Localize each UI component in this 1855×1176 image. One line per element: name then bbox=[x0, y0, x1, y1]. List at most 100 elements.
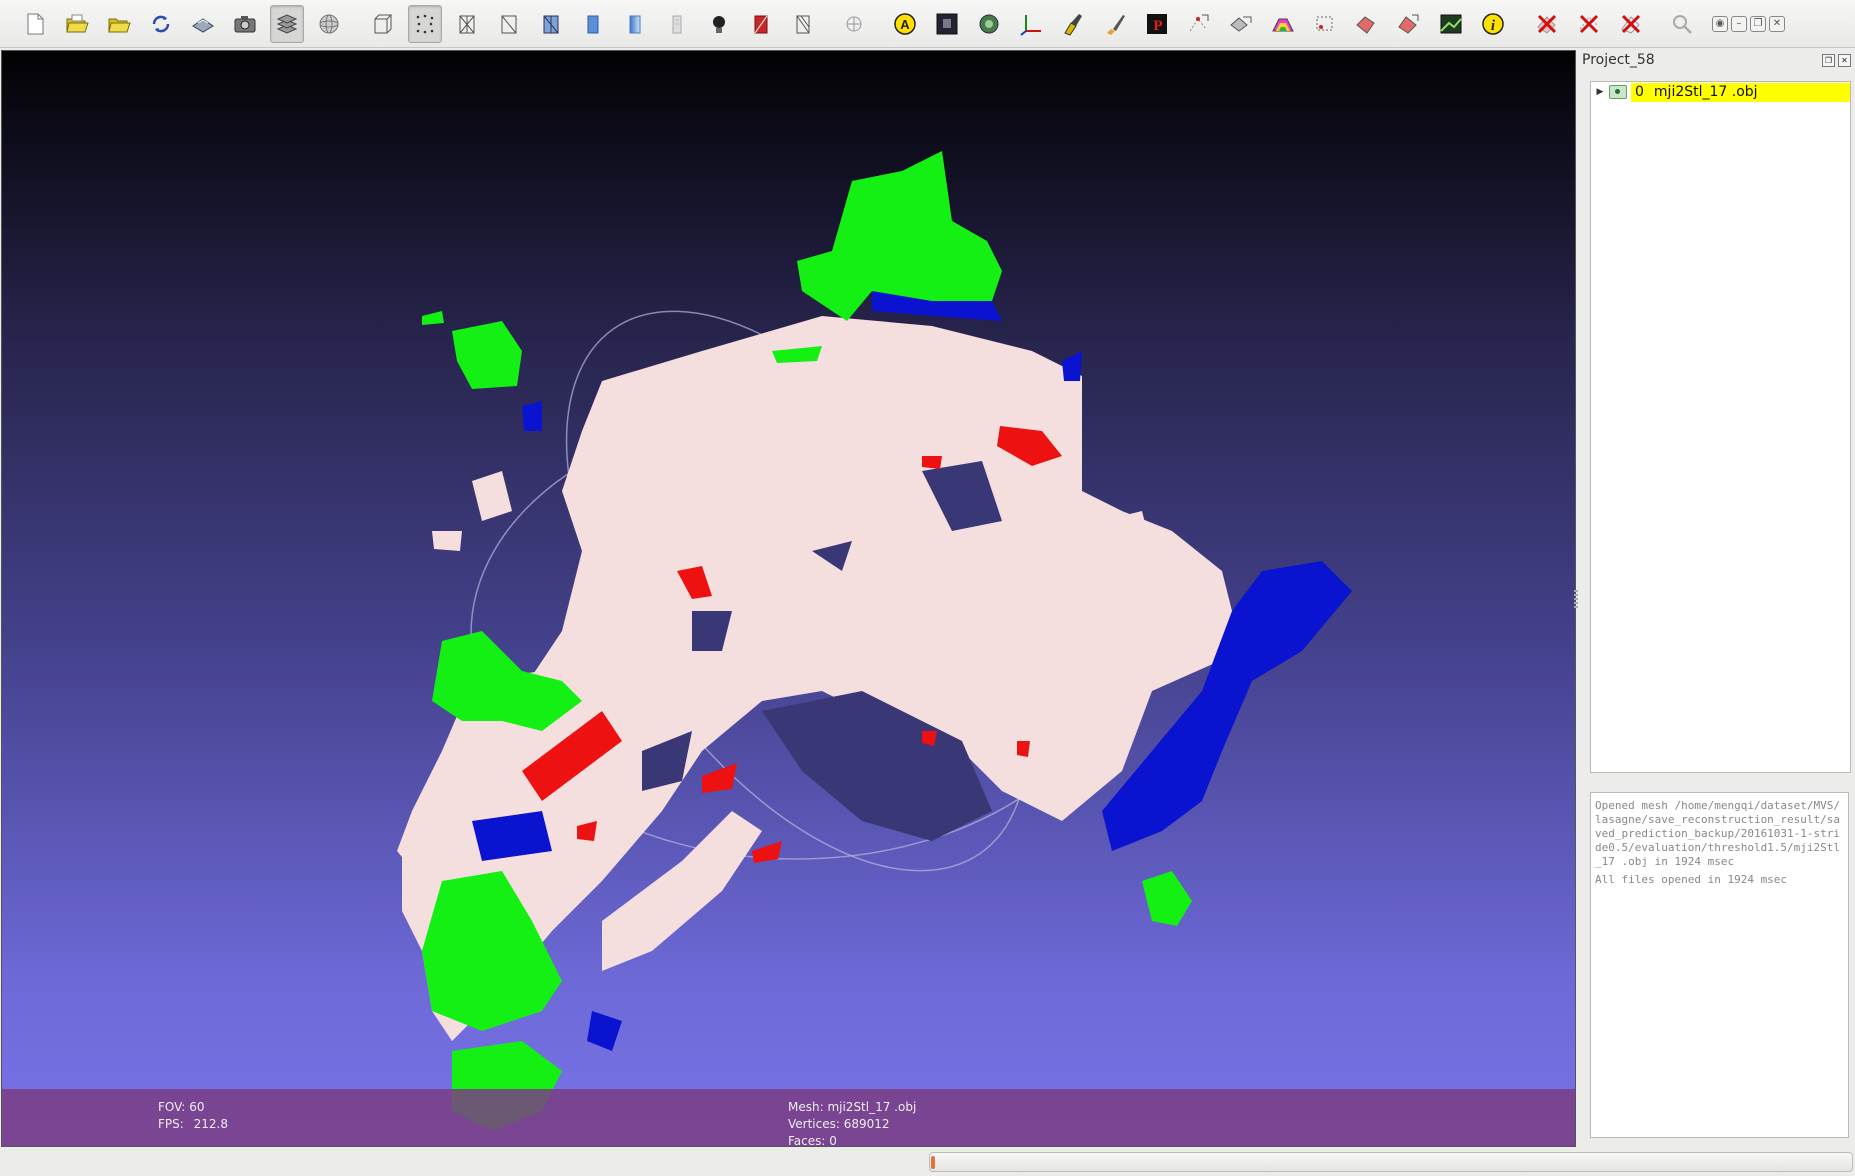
trackball-button[interactable] bbox=[312, 5, 346, 43]
paint-button[interactable] bbox=[1056, 5, 1090, 43]
select-region-button[interactable] bbox=[972, 5, 1006, 43]
delete-region-icon bbox=[1356, 15, 1375, 34]
raster-button[interactable] bbox=[930, 5, 964, 43]
fps-label: FPS: bbox=[158, 1117, 184, 1131]
measure-button[interactable]: P bbox=[1140, 5, 1174, 43]
axis-button[interactable] bbox=[1014, 5, 1048, 43]
point-cloud-render[interactable] bbox=[2, 51, 1575, 1146]
new-project-button[interactable] bbox=[18, 5, 52, 43]
delete-vertices-button[interactable] bbox=[1392, 5, 1426, 43]
minimize-icon[interactable]: – bbox=[1731, 15, 1747, 32]
mesh-name-readout: Mesh: mji2Stl_17 .obj bbox=[788, 1100, 917, 1114]
bbox-button[interactable] bbox=[366, 5, 400, 43]
reload-icon bbox=[152, 15, 170, 32]
svg-text:P: P bbox=[1153, 18, 1162, 34]
close-panel-icon[interactable]: ✕ bbox=[1838, 54, 1851, 67]
paint-icon bbox=[1064, 13, 1082, 36]
log-line: Opened mesh /home/mengqi/dataset/MVS/las… bbox=[1595, 799, 1841, 868]
progress-bar bbox=[929, 1152, 1853, 1172]
delete-selected-all-button[interactable] bbox=[1614, 5, 1648, 43]
brush-button[interactable] bbox=[1098, 5, 1132, 43]
expand-arrow-icon[interactable]: ▶ bbox=[1593, 87, 1607, 97]
layer-list[interactable]: ▶ 0 mji2Stl_17 .obj bbox=[1590, 81, 1851, 773]
color-faces-icon bbox=[1272, 18, 1294, 31]
backface-icon bbox=[754, 15, 768, 33]
close-icon[interactable]: ✕ bbox=[1769, 15, 1785, 32]
texture-icon bbox=[672, 15, 682, 33]
eye-icon[interactable]: ◉ bbox=[1712, 15, 1728, 32]
delete-selected-vertices-button[interactable] bbox=[1572, 5, 1606, 43]
folder-icon bbox=[108, 18, 131, 32]
window-controls: ◉ – ❐ ✕ bbox=[1712, 15, 1785, 32]
globe-icon bbox=[846, 16, 862, 31]
delete-vertices-icon bbox=[1398, 14, 1419, 34]
annotation-icon: A bbox=[894, 12, 916, 35]
flat-icon bbox=[587, 15, 599, 33]
globe-button[interactable] bbox=[840, 5, 868, 43]
open-project-button[interactable] bbox=[60, 5, 94, 43]
main-toolbar: A P i ◉ – ❐ ✕ bbox=[0, 0, 1855, 48]
measure-icon: P bbox=[1147, 13, 1167, 34]
panel-splitter[interactable] bbox=[1574, 590, 1578, 608]
file-toolbar-group bbox=[14, 0, 350, 48]
texture-button[interactable] bbox=[660, 5, 694, 43]
backface-button[interactable] bbox=[744, 5, 778, 43]
axis-icon bbox=[1020, 14, 1041, 36]
light-button[interactable] bbox=[702, 5, 736, 43]
layer-id: 0 bbox=[1635, 84, 1644, 100]
info-button[interactable]: i bbox=[1476, 5, 1510, 43]
wireframe-button[interactable] bbox=[450, 5, 484, 43]
smooth-button[interactable] bbox=[618, 5, 652, 43]
search-button[interactable] bbox=[1668, 5, 1696, 43]
search-icon bbox=[1673, 14, 1692, 34]
open-folder-icon bbox=[66, 14, 89, 32]
points-button[interactable] bbox=[408, 4, 442, 43]
snapshot-button[interactable] bbox=[228, 5, 262, 43]
render-stats: FOV: 60 FPS: 212.8 bbox=[158, 1099, 228, 1133]
log-output: Opened mesh /home/mengqi/dataset/MVS/las… bbox=[1590, 792, 1849, 1138]
3d-viewport[interactable]: FOV: 60 FPS: 212.8 Mesh: mji2Stl_17 .obj… bbox=[1, 50, 1576, 1147]
layer-label[interactable]: 0 mji2Stl_17 .obj bbox=[1631, 82, 1850, 102]
layer-panel: Project_58 ❐ ✕ ▶ 0 mji2Stl_17 .obj Opene… bbox=[1580, 48, 1855, 1148]
raster-icon bbox=[936, 13, 958, 34]
select-vertices-button[interactable] bbox=[1182, 5, 1216, 43]
reload-button[interactable] bbox=[144, 5, 178, 43]
image-align-button[interactable] bbox=[1434, 5, 1468, 43]
hidden-lines-button[interactable] bbox=[492, 5, 526, 43]
layer-name: mji2Stl_17 .obj bbox=[1653, 84, 1758, 100]
delete-region-button[interactable] bbox=[1350, 5, 1384, 43]
restore-icon[interactable]: ❐ bbox=[1750, 15, 1766, 32]
layers-icon bbox=[276, 13, 298, 34]
project-title: Project_58 bbox=[1582, 52, 1655, 68]
info-icon: i bbox=[1482, 12, 1504, 35]
import-mesh-button[interactable] bbox=[102, 5, 136, 43]
flat-lines-button[interactable] bbox=[534, 5, 568, 43]
panel-buttons: ❐ ✕ bbox=[1822, 54, 1851, 67]
select-connected-button[interactable] bbox=[1308, 5, 1342, 43]
filter-toolbar-group: A P i bbox=[884, 0, 1514, 48]
render-toolbar-group bbox=[362, 0, 824, 48]
select-faces-button[interactable] bbox=[1224, 5, 1258, 43]
visibility-eye-icon[interactable] bbox=[1609, 85, 1627, 99]
layer-row[interactable]: ▶ 0 mji2Stl_17 .obj bbox=[1591, 82, 1850, 102]
wireframe-icon bbox=[459, 15, 475, 33]
color-faces-button[interactable] bbox=[1266, 5, 1300, 43]
annotation-button[interactable]: A bbox=[888, 5, 922, 43]
flat-lines-icon bbox=[543, 15, 559, 33]
double-side-button[interactable] bbox=[786, 5, 820, 43]
image-align-icon bbox=[1440, 14, 1462, 33]
flat-button[interactable] bbox=[576, 5, 610, 43]
delete-faces-icon bbox=[1537, 14, 1557, 34]
export-button[interactable] bbox=[186, 5, 220, 43]
log-line: All files opened in 1924 msec bbox=[1595, 873, 1788, 886]
new-file-icon bbox=[27, 13, 44, 34]
float-panel-icon[interactable]: ❐ bbox=[1822, 54, 1835, 67]
fps-readout: FPS: 212.8 bbox=[158, 1116, 228, 1133]
points-icon bbox=[416, 14, 434, 33]
select-region-icon bbox=[979, 14, 999, 33]
delete-selected-faces-button[interactable] bbox=[1530, 5, 1564, 43]
layers-button[interactable] bbox=[270, 4, 304, 43]
double-side-icon bbox=[796, 15, 810, 33]
save-icon bbox=[192, 17, 214, 33]
fov-readout: FOV: 60 bbox=[158, 1100, 205, 1114]
